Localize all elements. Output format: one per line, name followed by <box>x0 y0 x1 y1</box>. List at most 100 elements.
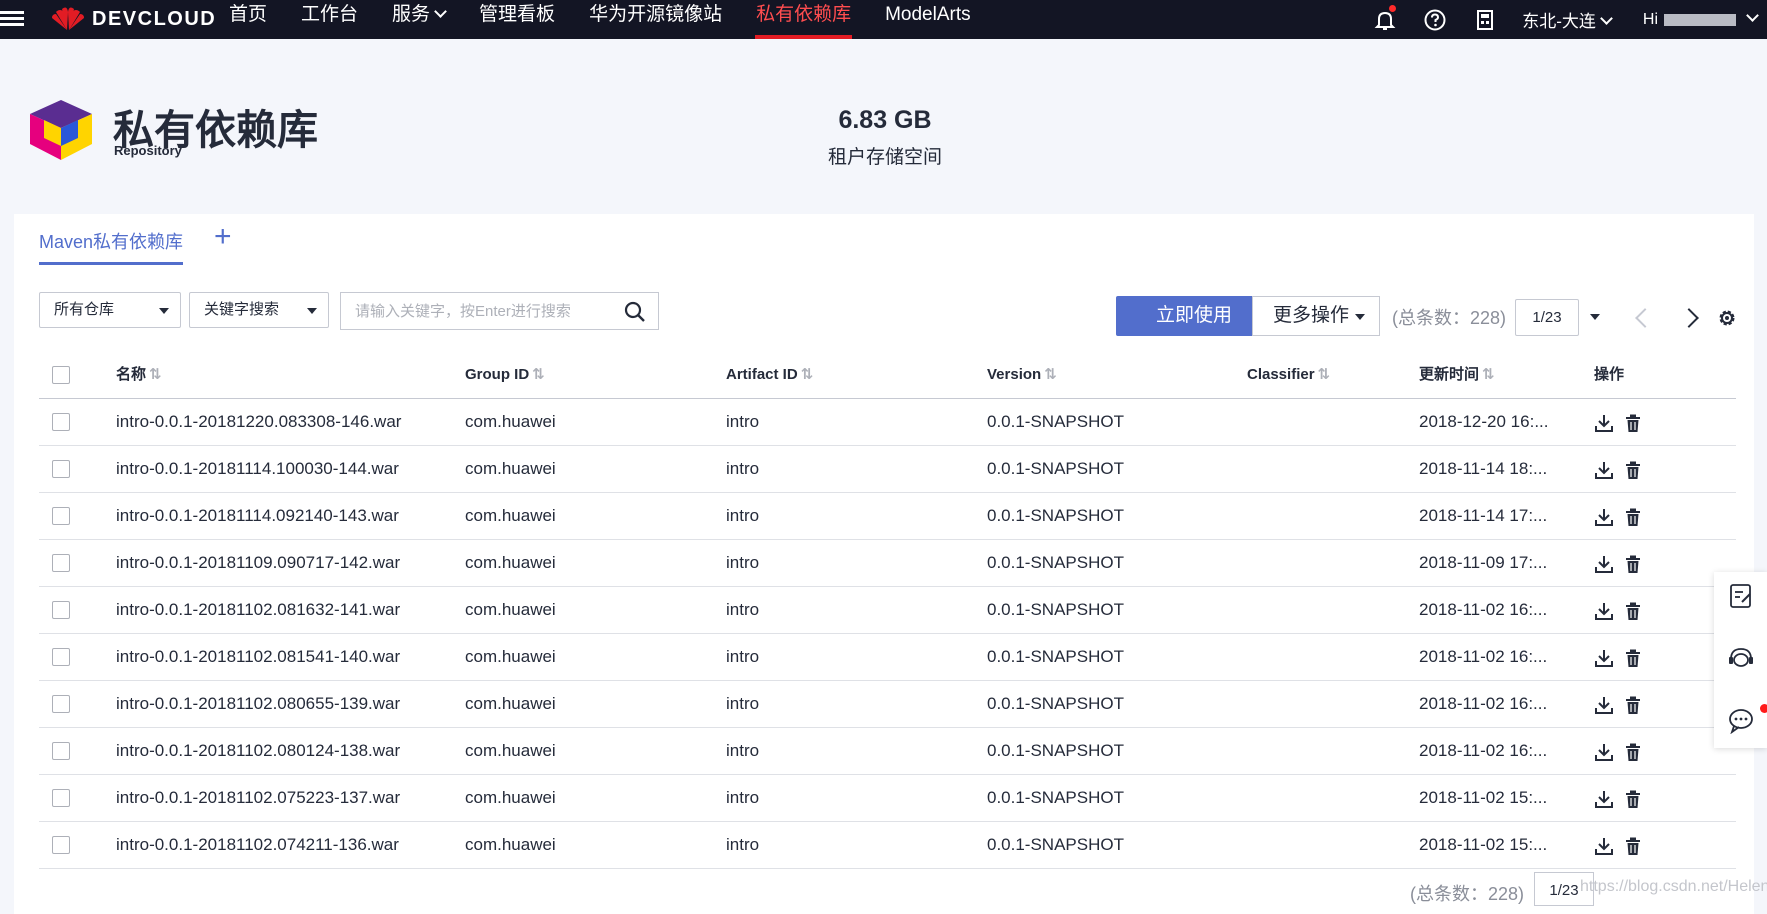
dropdown-arrow-icon <box>1355 314 1365 320</box>
artifact-name[interactable]: intro-0.0.1-20181114.100030-144.war <box>116 446 436 492</box>
artifact-name[interactable]: intro-0.0.1-20181102.075223-137.war <box>116 775 436 821</box>
download-icon[interactable] <box>1594 507 1614 527</box>
sort-icon[interactable]: ⇅ <box>801 352 813 398</box>
trash-icon[interactable] <box>1623 836 1643 856</box>
sort-icon[interactable]: ⇅ <box>1044 352 1056 398</box>
nav-services[interactable]: 服务 <box>375 0 462 39</box>
download-icon[interactable] <box>1594 460 1614 480</box>
download-icon[interactable] <box>1594 554 1614 574</box>
trash-icon[interactable] <box>1623 648 1643 668</box>
table-row[interactable]: intro-0.0.1-20181102.075223-137.war com.h… <box>39 775 1736 822</box>
calculator-icon[interactable] <box>1472 7 1498 33</box>
nav-home[interactable]: 首页 <box>212 0 284 39</box>
page-dropdown-arrow-icon[interactable] <box>1590 314 1600 320</box>
search-icon[interactable] <box>624 301 646 323</box>
col-artifact-id[interactable]: Artifact ID ⇅ <box>726 352 926 398</box>
search-input[interactable] <box>353 293 627 329</box>
edit-note-icon[interactable] <box>1727 582 1755 610</box>
region-selector[interactable]: 东北-大连 <box>1522 7 1613 32</box>
trash-icon[interactable] <box>1623 789 1643 809</box>
gear-icon[interactable] <box>1716 307 1738 329</box>
sort-icon[interactable]: ⇅ <box>532 352 544 398</box>
download-icon[interactable] <box>1594 836 1614 856</box>
nav-mirror[interactable]: 华为开源镜像站 <box>572 0 739 39</box>
repository-select[interactable]: 所有仓库 <box>39 292 181 328</box>
trash-icon[interactable] <box>1623 695 1643 715</box>
bell-icon[interactable] <box>1372 4 1398 33</box>
trash-icon[interactable] <box>1623 507 1643 527</box>
more-actions-button[interactable]: 更多操作 <box>1252 296 1380 336</box>
artifact-name[interactable]: intro-0.0.1-20181102.080124-138.war <box>116 728 436 774</box>
row-checkbox[interactable] <box>52 836 70 854</box>
nav-workbench[interactable]: 工作台 <box>284 0 375 39</box>
top-navigation-bar: DEVCLOUD 首页 工作台 服务 管理看板 华为开源镜像站 私有依赖库 Mo… <box>0 0 1767 39</box>
artifact-name[interactable]: intro-0.0.1-20181102.081632-141.war <box>116 587 436 633</box>
nav-private-repo[interactable]: 私有依赖库 <box>739 0 868 39</box>
sort-icon[interactable]: ⇅ <box>149 352 161 398</box>
artifact-name[interactable]: intro-0.0.1-20181102.074211-136.war <box>116 822 436 868</box>
row-checkbox[interactable] <box>52 507 70 525</box>
table-row[interactable]: intro-0.0.1-20181114.092140-143.war com.h… <box>39 493 1736 540</box>
version: 0.0.1-SNAPSHOT <box>987 788 1124 807</box>
select-all-checkbox[interactable] <box>52 366 70 384</box>
table-row[interactable]: intro-0.0.1-20181102.081541-140.war com.h… <box>39 634 1736 681</box>
table-row[interactable]: intro-0.0.1-20181220.083308-146.war com.h… <box>39 399 1736 446</box>
add-tab-icon[interactable]: + <box>214 222 232 252</box>
table-row[interactable]: intro-0.0.1-20181102.074211-136.war com.h… <box>39 822 1736 869</box>
tab-maven-repo[interactable]: Maven私有依赖库 <box>39 228 184 265</box>
artifact-name[interactable]: intro-0.0.1-20181102.080655-139.war <box>116 681 436 727</box>
chat-bubble-icon[interactable] <box>1727 706 1755 734</box>
row-checkbox[interactable] <box>52 648 70 666</box>
trash-icon[interactable] <box>1623 601 1643 621</box>
col-updated-time[interactable]: 更新时间 ⇅ <box>1419 352 1559 398</box>
row-checkbox[interactable] <box>52 742 70 760</box>
table-row[interactable]: intro-0.0.1-20181102.080124-138.war com.h… <box>39 728 1736 775</box>
help-icon[interactable] <box>1422 7 1448 33</box>
download-icon[interactable] <box>1594 695 1614 715</box>
download-icon[interactable] <box>1594 601 1614 621</box>
row-checkbox[interactable] <box>52 413 70 431</box>
nav-dashboard[interactable]: 管理看板 <box>462 0 572 39</box>
table-row[interactable]: intro-0.0.1-20181114.100030-144.war com.h… <box>39 446 1736 493</box>
use-now-button[interactable]: 立即使用 <box>1116 296 1272 336</box>
search-type-select[interactable]: 关键字搜索 <box>189 292 329 328</box>
table-row[interactable]: intro-0.0.1-20181102.081632-141.war com.h… <box>39 587 1736 634</box>
table-row[interactable]: intro-0.0.1-20181109.090717-142.war com.h… <box>39 540 1736 587</box>
row-checkbox[interactable] <box>52 601 70 619</box>
col-version[interactable]: Version ⇅ <box>987 352 1187 398</box>
col-group-id[interactable]: Group ID ⇅ <box>465 352 665 398</box>
chevron-down-icon <box>1600 12 1613 25</box>
download-icon[interactable] <box>1594 413 1614 433</box>
menu-icon[interactable] <box>0 8 24 30</box>
table-row[interactable]: intro-0.0.1-20181102.080655-139.war com.h… <box>39 681 1736 728</box>
user-menu[interactable]: Hi <box>1643 9 1759 29</box>
huawei-logo-icon <box>52 7 84 31</box>
headset-icon[interactable] <box>1727 644 1755 672</box>
col-name[interactable]: 名称 ⇅ <box>116 352 436 398</box>
row-checkbox[interactable] <box>52 789 70 807</box>
trash-icon[interactable] <box>1623 742 1643 762</box>
nav-modelarts[interactable]: ModelArts <box>868 0 988 39</box>
col-classifier[interactable]: Classifier ⇅ <box>1247 352 1397 398</box>
group-id: com.huawei <box>465 694 556 713</box>
download-icon[interactable] <box>1594 789 1614 809</box>
download-icon[interactable] <box>1594 648 1614 668</box>
updated-time: 2018-11-02 16:... <box>1419 600 1548 619</box>
artifact-name[interactable]: intro-0.0.1-20181220.083308-146.war <box>116 399 436 445</box>
artifact-name[interactable]: intro-0.0.1-20181109.090717-142.war <box>116 540 436 586</box>
row-checkbox[interactable] <box>52 460 70 478</box>
brand-logo[interactable]: DEVCLOUD <box>50 6 216 32</box>
sort-icon[interactable]: ⇅ <box>1482 352 1494 398</box>
username-redacted <box>1664 13 1736 26</box>
row-checkbox[interactable] <box>52 695 70 713</box>
download-icon[interactable] <box>1594 742 1614 762</box>
page-indicator[interactable]: 1/23 <box>1515 299 1579 336</box>
footer-total-count: (总条数：228) <box>1410 884 1525 904</box>
artifact-name[interactable]: intro-0.0.1-20181102.081541-140.war <box>116 634 436 680</box>
row-checkbox[interactable] <box>52 554 70 572</box>
trash-icon[interactable] <box>1623 554 1643 574</box>
artifact-name[interactable]: intro-0.0.1-20181114.092140-143.war <box>116 493 436 539</box>
trash-icon[interactable] <box>1623 460 1643 480</box>
trash-icon[interactable] <box>1623 413 1643 433</box>
sort-icon[interactable]: ⇅ <box>1318 352 1330 398</box>
